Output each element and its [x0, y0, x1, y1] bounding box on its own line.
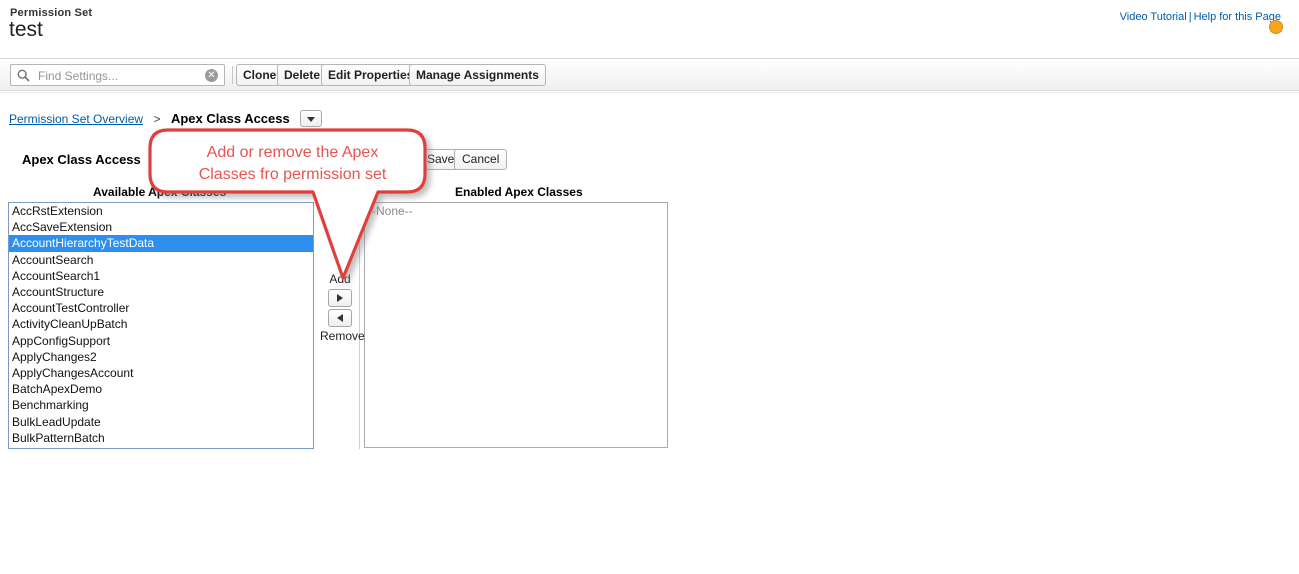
list-item[interactable]: AppConfigSupport — [9, 333, 313, 349]
chevron-down-icon[interactable] — [300, 110, 323, 128]
settings-toolbar: ✕ Clone Delete Edit Properties Manage As… — [0, 58, 1299, 91]
available-apex-classes-list[interactable]: AccRstExtension AccSaveExtension Account… — [8, 202, 314, 449]
available-classes-label: Available Apex Classes — [93, 185, 227, 199]
clear-x-icon[interactable]: ✕ — [205, 69, 218, 82]
arrow-left-icon[interactable] — [328, 309, 352, 327]
arrow-right-icon[interactable] — [328, 289, 352, 307]
list-item[interactable]: AccountTestController — [9, 300, 313, 316]
list-item[interactable]: BatchApexDemo — [9, 381, 313, 397]
list-item[interactable]: BulkPatternBatch — [9, 430, 313, 446]
enabled-classes-label: Enabled Apex Classes — [455, 185, 583, 199]
delete-button[interactable]: Delete — [277, 64, 328, 86]
video-tutorial-link[interactable]: Video Tutorial — [1120, 11, 1187, 23]
breadcrumb: Permission Set Overview > Apex Class Acc… — [9, 110, 323, 128]
search-input[interactable] — [36, 67, 196, 85]
list-item[interactable]: ApplyChanges2 — [9, 349, 313, 365]
list-item[interactable]: BulkLeadUpdate — [9, 414, 313, 430]
toolbar-divider — [232, 66, 233, 84]
callout-text: Add or remove the Apex Classes fro permi… — [155, 142, 430, 186]
page-title: test — [9, 18, 43, 41]
page-root: Permission Set test Video Tutorial | Help … — [0, 0, 1299, 574]
breadcrumb-separator: > — [153, 112, 161, 126]
add-label: Add — [329, 272, 351, 286]
list-item[interactable]: AccountSearch — [9, 252, 313, 268]
help-for-this-page-link[interactable]: Help for this Page — [1194, 11, 1281, 23]
section-title: Apex Class Access — [22, 152, 141, 167]
remove-label: Remove — [320, 329, 365, 343]
list-item[interactable]: ActivityCleanUpBatch — [9, 316, 313, 332]
header-links: Video Tutorial | Help for this Page — [1120, 11, 1283, 34]
manage-assignments-button[interactable]: Manage Assignments — [409, 64, 546, 86]
enabled-apex-classes-list[interactable]: --None-- — [364, 202, 668, 448]
list-item-none: --None-- — [368, 204, 413, 218]
help-orb-icon[interactable] — [1269, 20, 1283, 34]
callout-line-2: Classes fro permission set — [198, 166, 387, 183]
list-item[interactable]: Benchmarking — [9, 397, 313, 413]
transfer-controls: Add Remove — [320, 272, 365, 344]
header-link-separator: | — [1188, 11, 1192, 23]
list-item[interactable]: AccountSearch1 — [9, 268, 313, 284]
edit-properties-button[interactable]: Edit Properties — [321, 64, 421, 86]
callout-line-1: Add or remove the Apex — [206, 144, 379, 161]
breadcrumb-parent-link[interactable]: Permission Set Overview — [9, 112, 143, 126]
find-settings-box[interactable]: ✕ — [10, 64, 225, 86]
list-item[interactable]: AccRstExtension — [9, 203, 313, 219]
toolbar-underline — [0, 92, 1299, 93]
list-item[interactable]: ApplyChangesAccount — [9, 365, 313, 381]
breadcrumb-current: Apex Class Access — [170, 111, 290, 126]
search-icon — [17, 69, 30, 82]
list-item[interactable]: AccountStructure — [9, 284, 313, 300]
list-item[interactable]: AccSaveExtension — [9, 219, 313, 235]
cancel-button[interactable]: Cancel — [454, 149, 508, 170]
list-item-selected[interactable]: AccountHierarchyTestData — [9, 235, 313, 252]
